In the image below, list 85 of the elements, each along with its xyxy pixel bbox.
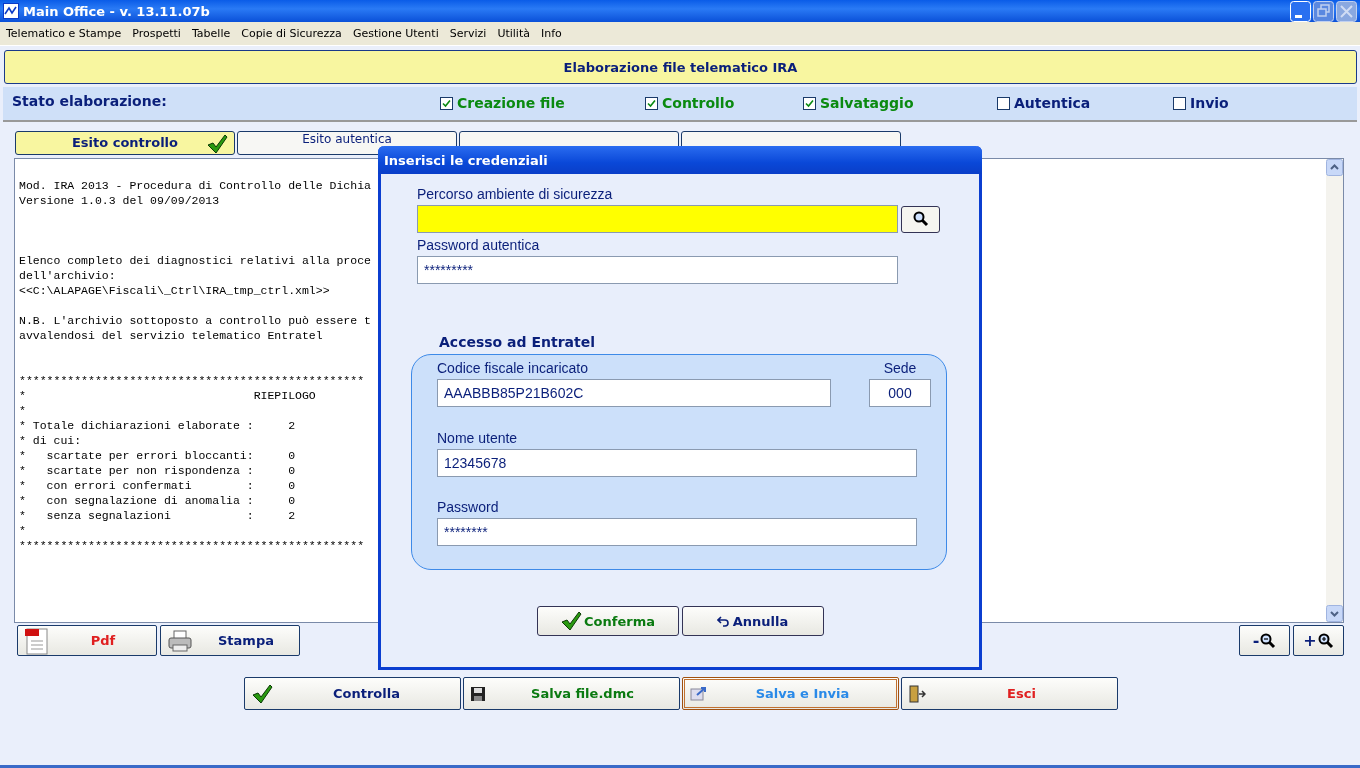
minimize-icon[interactable]	[1290, 0, 1311, 22]
menu-item[interactable]: Gestione Utenti	[352, 27, 439, 40]
report-line: * di cui:	[19, 433, 82, 448]
report-line: * scartate per non rispondenza : 0	[19, 463, 296, 478]
zoom-in-button[interactable]: +	[1293, 625, 1344, 656]
report-line: *	[19, 523, 26, 538]
report-line: * con segnalazione di anomalia : 0	[19, 493, 296, 508]
report-line: Elenco completo dei diagnostici relativi alla proce	[19, 253, 371, 268]
menu-item[interactable]: Info	[541, 27, 562, 40]
field-label: Nome utente	[437, 429, 518, 446]
pdf-document-icon	[24, 626, 50, 655]
report-line: * Totale dichiarazioni elaborate : 2	[19, 418, 296, 433]
input-field[interactable]: 000	[869, 379, 931, 407]
report-line: **************************************************	[19, 538, 365, 553]
menu-item[interactable]: Copie di Sicurezza	[241, 27, 342, 40]
step-label: Autentica	[1014, 95, 1091, 111]
exit-door-icon	[908, 684, 926, 703]
tick-icon	[442, 98, 451, 108]
menu-item[interactable]: Servizi	[449, 27, 487, 40]
report-line: <<C:\ALAPAGE\Fiscali\_Ctrl\IRA_tmp_ctrl.xml>>	[19, 283, 330, 298]
path-field[interactable]	[417, 205, 898, 233]
tab[interactable]: Esito controllo	[15, 131, 235, 155]
report-line: * senza segnalazioni : 2	[19, 508, 296, 523]
printer-icon	[167, 628, 193, 653]
scroll-up-icon[interactable]	[1326, 159, 1343, 176]
tick-icon	[805, 98, 814, 108]
step-label: Salvataggio	[820, 95, 914, 111]
print-button[interactable]: Stampa	[160, 625, 300, 656]
status-label: Stato elaborazione:	[12, 93, 167, 109]
field-label: Sede	[883, 360, 917, 376]
dialog-title: Inserisci le credenziali	[378, 146, 982, 174]
input-field[interactable]: 12345678	[437, 448, 917, 477]
field-label: Password	[437, 499, 499, 516]
menu-item[interactable]: Utilità	[497, 27, 530, 40]
search-icon	[912, 211, 929, 227]
field-label: Codice fiscale incaricato	[437, 360, 588, 376]
menu-item[interactable]: Telematico e Stampe	[6, 27, 122, 40]
report-line: avvalendosi del servizio telematico Entratel	[19, 328, 323, 343]
checkmark-icon	[206, 134, 228, 154]
undo-arrow-icon	[716, 615, 731, 627]
exit-button[interactable]: Esci	[901, 677, 1118, 710]
checkbox[interactable]	[1173, 96, 1186, 110]
input-field[interactable]: AAABBB85P21B602C	[437, 379, 831, 407]
checkmark-icon	[560, 611, 583, 631]
pdf-button[interactable]: Pdf	[17, 625, 157, 656]
browse-button[interactable]	[901, 205, 940, 233]
restore-icon[interactable]	[1313, 0, 1334, 22]
field-label: Password autentica	[417, 237, 540, 253]
report-line: *	[19, 403, 26, 418]
zoom-out-button[interactable]: -	[1239, 625, 1290, 656]
group-title: Accesso ad Entratel	[439, 334, 595, 350]
checkbox[interactable]	[645, 96, 658, 110]
confirm-button[interactable]: Conferma	[536, 606, 679, 636]
window-title: Main Office - v. 13.11.07b	[23, 3, 210, 19]
header-title: Elaborazione file telematico IRA	[563, 59, 798, 75]
tick-icon	[647, 98, 656, 108]
report-line: **************************************************	[19, 373, 365, 388]
checkmark-icon	[251, 683, 273, 704]
report-line: Versione 1.0.3 del 09/09/2013	[19, 193, 220, 208]
step-label: Invio	[1190, 95, 1229, 111]
close-icon[interactable]	[1336, 0, 1357, 22]
menu-item[interactable]: Tabelle	[191, 27, 231, 40]
zoom-in-icon	[1317, 632, 1334, 649]
field-label: Percorso ambiente di sicurezza	[417, 186, 613, 202]
report-line: * RIEPILOGO	[19, 388, 316, 403]
password-field[interactable]: *********	[417, 256, 898, 284]
zoom-out-icon	[1260, 632, 1277, 649]
report-line: dell'archivio:	[19, 268, 116, 283]
step-label: Controllo	[662, 95, 735, 111]
save-button[interactable]: Salva file.dmc	[463, 677, 680, 710]
menu-item[interactable]: Prospetti	[132, 27, 181, 40]
report-line: N.B. L'archivio sottoposto a controllo può essere t	[19, 313, 371, 328]
report-line: * con errori confermati : 0	[19, 478, 296, 493]
checkbox[interactable]	[997, 96, 1010, 110]
input-field[interactable]: ********	[437, 518, 917, 547]
checkbox[interactable]	[440, 96, 453, 110]
report-line: * scartate per errori bloccanti: 0	[19, 448, 296, 463]
app-icon	[3, 3, 19, 19]
checkbox[interactable]	[803, 96, 816, 110]
cancel-button[interactable]: Annulla	[681, 606, 824, 636]
check-button[interactable]: Controlla	[244, 677, 461, 710]
step-label: Creazione file	[457, 95, 565, 111]
send-document-icon	[689, 685, 707, 702]
report-line: Mod. IRA 2013 - Procedura di Controllo delle Dichia	[19, 178, 371, 193]
scroll-down-icon[interactable]	[1326, 605, 1343, 622]
